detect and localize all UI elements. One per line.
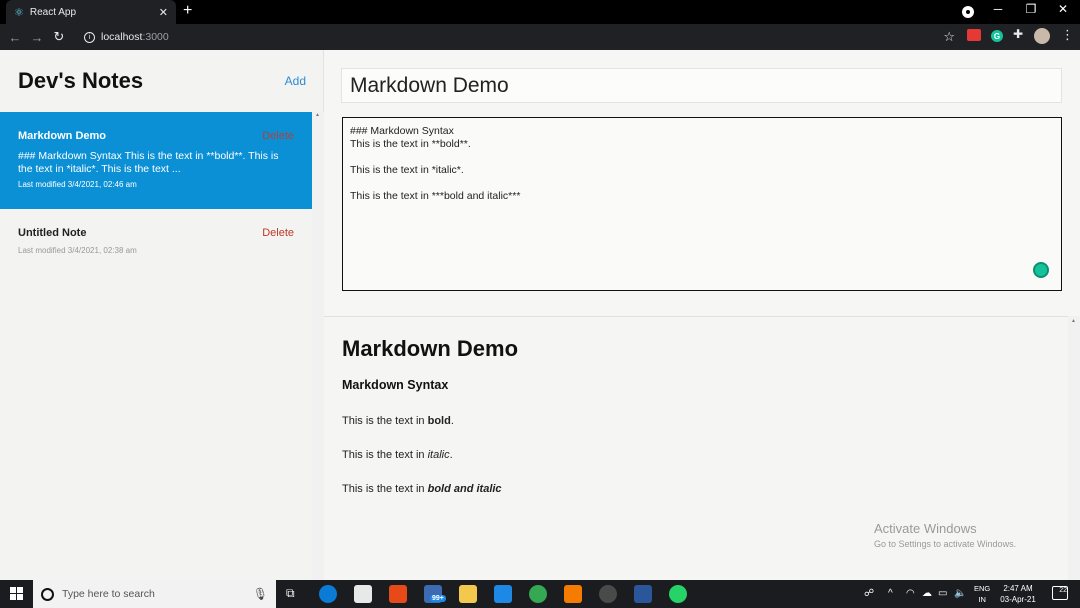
note-editor: ### Markdown Syntax This is the text in …	[324, 50, 1080, 316]
clock-time: 2:47 AM	[1003, 584, 1033, 593]
paragraph-text: This is the text in	[342, 483, 428, 495]
people-icon[interactable]: ☍	[864, 588, 874, 599]
region-code: IN	[978, 595, 986, 604]
activate-windows-watermark: Activate Windows Go to Settings to activ…	[874, 521, 1016, 549]
note-title: Markdown Demo	[18, 130, 107, 142]
language-code: ENG	[974, 584, 991, 593]
paragraph-text: This is the text in	[342, 415, 428, 427]
reload-icon[interactable]: ↻	[48, 29, 70, 45]
sidebar-header: Dev's Notes Add	[18, 68, 308, 94]
note-modified-date: Last modified 3/4/2021, 02:46 am	[18, 180, 137, 189]
minimize-icon[interactable]: ─	[988, 2, 1008, 16]
close-tab-icon[interactable]: ✕	[159, 6, 168, 19]
back-icon[interactable]: ←	[4, 30, 26, 45]
paragraph-punct: .	[449, 449, 453, 461]
restore-icon[interactable]: ❐	[1021, 2, 1041, 16]
browser-tab[interactable]: ⚛ React App ✕	[6, 0, 176, 24]
notification-center-icon[interactable]: 22	[1052, 586, 1068, 600]
note-modified-date: Last modified 3/4/2021, 02:38 am	[18, 246, 137, 255]
note-preview: ### Markdown Syntax This is the text in …	[18, 150, 279, 175]
body-line: This is the text in ***bold and italic**…	[350, 190, 521, 202]
taskbar-clock[interactable]: 2:47 AM 03-Apr-21	[996, 583, 1040, 605]
bookmark-star-icon[interactable]: ☆	[943, 29, 955, 45]
close-window-icon[interactable]: ✕	[1053, 2, 1073, 16]
edge-icon[interactable]	[319, 585, 337, 603]
preview-paragraph-bold: This is the text in bold.	[342, 415, 454, 427]
chevron-up-icon[interactable]: ^	[888, 588, 893, 599]
note-title: Untitled Note	[18, 227, 87, 239]
body-line: ### Markdown Syntax	[350, 125, 454, 137]
search-placeholder: Type here to search	[62, 588, 155, 600]
record-icon[interactable]	[962, 6, 974, 18]
wifi-icon[interactable]: ◠	[906, 588, 915, 599]
task-view-icon[interactable]: ⧉	[286, 586, 295, 601]
body-line	[350, 151, 1054, 164]
battery-icon[interactable]: ▭	[938, 588, 947, 599]
chrome-active-icon[interactable]	[599, 585, 617, 603]
kebab-menu-icon[interactable]: ⋮	[1061, 27, 1074, 43]
note-item-untitled[interactable]: Untitled Note Delete Last modified 3/4/2…	[0, 227, 312, 271]
preview-paragraph-italic: This is the text in italic.	[342, 449, 453, 461]
address-bar[interactable]: i localhost :3000 ☆	[76, 27, 961, 47]
watermark-subtitle: Go to Settings to activate Windows.	[874, 539, 1017, 549]
office-icon[interactable]	[389, 585, 407, 603]
notes-sidebar: Dev's Notes Add Markdown Demo Delete ###…	[0, 50, 324, 580]
cloud-icon[interactable]: ☁	[922, 588, 932, 599]
tab-title: React App	[29, 6, 77, 18]
mail-badge: 99+	[430, 595, 446, 602]
sidebar-scrollbar[interactable]	[312, 112, 324, 580]
grammarly-extension-icon[interactable]: G	[991, 30, 1003, 42]
preview-scrollbar[interactable]	[1068, 316, 1080, 580]
notification-count: 22	[1059, 587, 1067, 594]
app-title: Dev's Notes	[18, 68, 144, 93]
body-line	[350, 177, 1054, 190]
italic-text: italic	[427, 449, 450, 461]
paragraph-punct: .	[450, 415, 454, 427]
whatsapp-icon[interactable]	[669, 585, 687, 603]
browser-toolbar: ← → ↻ i localhost :3000 ☆	[0, 24, 1080, 50]
delete-note-button[interactable]: Delete	[262, 130, 294, 142]
extension-recorder-icon[interactable]	[967, 29, 981, 41]
add-note-button[interactable]: Add	[285, 74, 306, 88]
watermark-title: Activate Windows	[874, 521, 977, 536]
volume-icon[interactable]: 🔈	[954, 588, 966, 599]
microphone-icon[interactable]: 🎙	[253, 587, 268, 601]
preview-paragraph-bold-italic: This is the text in bold and italic	[342, 483, 502, 495]
vlc-icon[interactable]	[564, 585, 582, 603]
taskbar-search-box[interactable]: Type here to search 🎙	[33, 580, 276, 608]
body-line: This is the text in **bold**.	[350, 138, 471, 150]
windows-taskbar: Type here to search 🎙 ⧉ 99+ ☍ ^ ◠ ☁ ▭ 🔈 …	[0, 580, 1080, 608]
store-icon[interactable]	[354, 585, 372, 603]
forward-icon[interactable]: →	[26, 30, 48, 45]
bold-text: bold	[427, 415, 451, 427]
body-line: This is the text in *italic*.	[350, 164, 464, 176]
file-explorer-icon[interactable]	[459, 585, 477, 603]
react-icon: ⚛	[14, 6, 24, 19]
language-indicator[interactable]: ENG IN	[974, 583, 990, 605]
windows-start-icon[interactable]	[10, 587, 24, 601]
cortana-icon	[41, 587, 54, 601]
info-icon[interactable]: i	[84, 31, 95, 43]
chrome-icon[interactable]	[529, 585, 547, 603]
preview-heading-1: Markdown Demo	[342, 336, 519, 361]
word-icon[interactable]	[634, 585, 652, 603]
extensions-puzzle-icon[interactable]: ✚	[1013, 27, 1023, 41]
bold-italic-text: bold and italic	[427, 483, 502, 495]
url-host: localhost	[101, 31, 143, 43]
delete-note-button[interactable]: Delete	[262, 227, 294, 239]
note-body-textarea[interactable]: ### Markdown Syntax This is the text in …	[342, 117, 1062, 291]
clock-date: 03-Apr-21	[1000, 595, 1036, 604]
url-port: :3000	[142, 31, 169, 43]
grammarly-icon[interactable]	[1033, 262, 1049, 278]
profile-avatar[interactable]	[1034, 28, 1050, 44]
new-tab-icon[interactable]: +	[183, 2, 192, 20]
preview-heading-3: Markdown Syntax	[342, 378, 449, 392]
note-title-input[interactable]	[341, 68, 1062, 103]
paragraph-text: This is the text in	[342, 449, 428, 461]
vscode-icon[interactable]	[494, 585, 512, 603]
note-item-markdown-demo[interactable]: Markdown Demo Delete ### Markdown Syntax…	[0, 112, 312, 209]
browser-tab-bar: ⚛ React App ✕ + ─ ❐ ✕	[0, 0, 1080, 24]
